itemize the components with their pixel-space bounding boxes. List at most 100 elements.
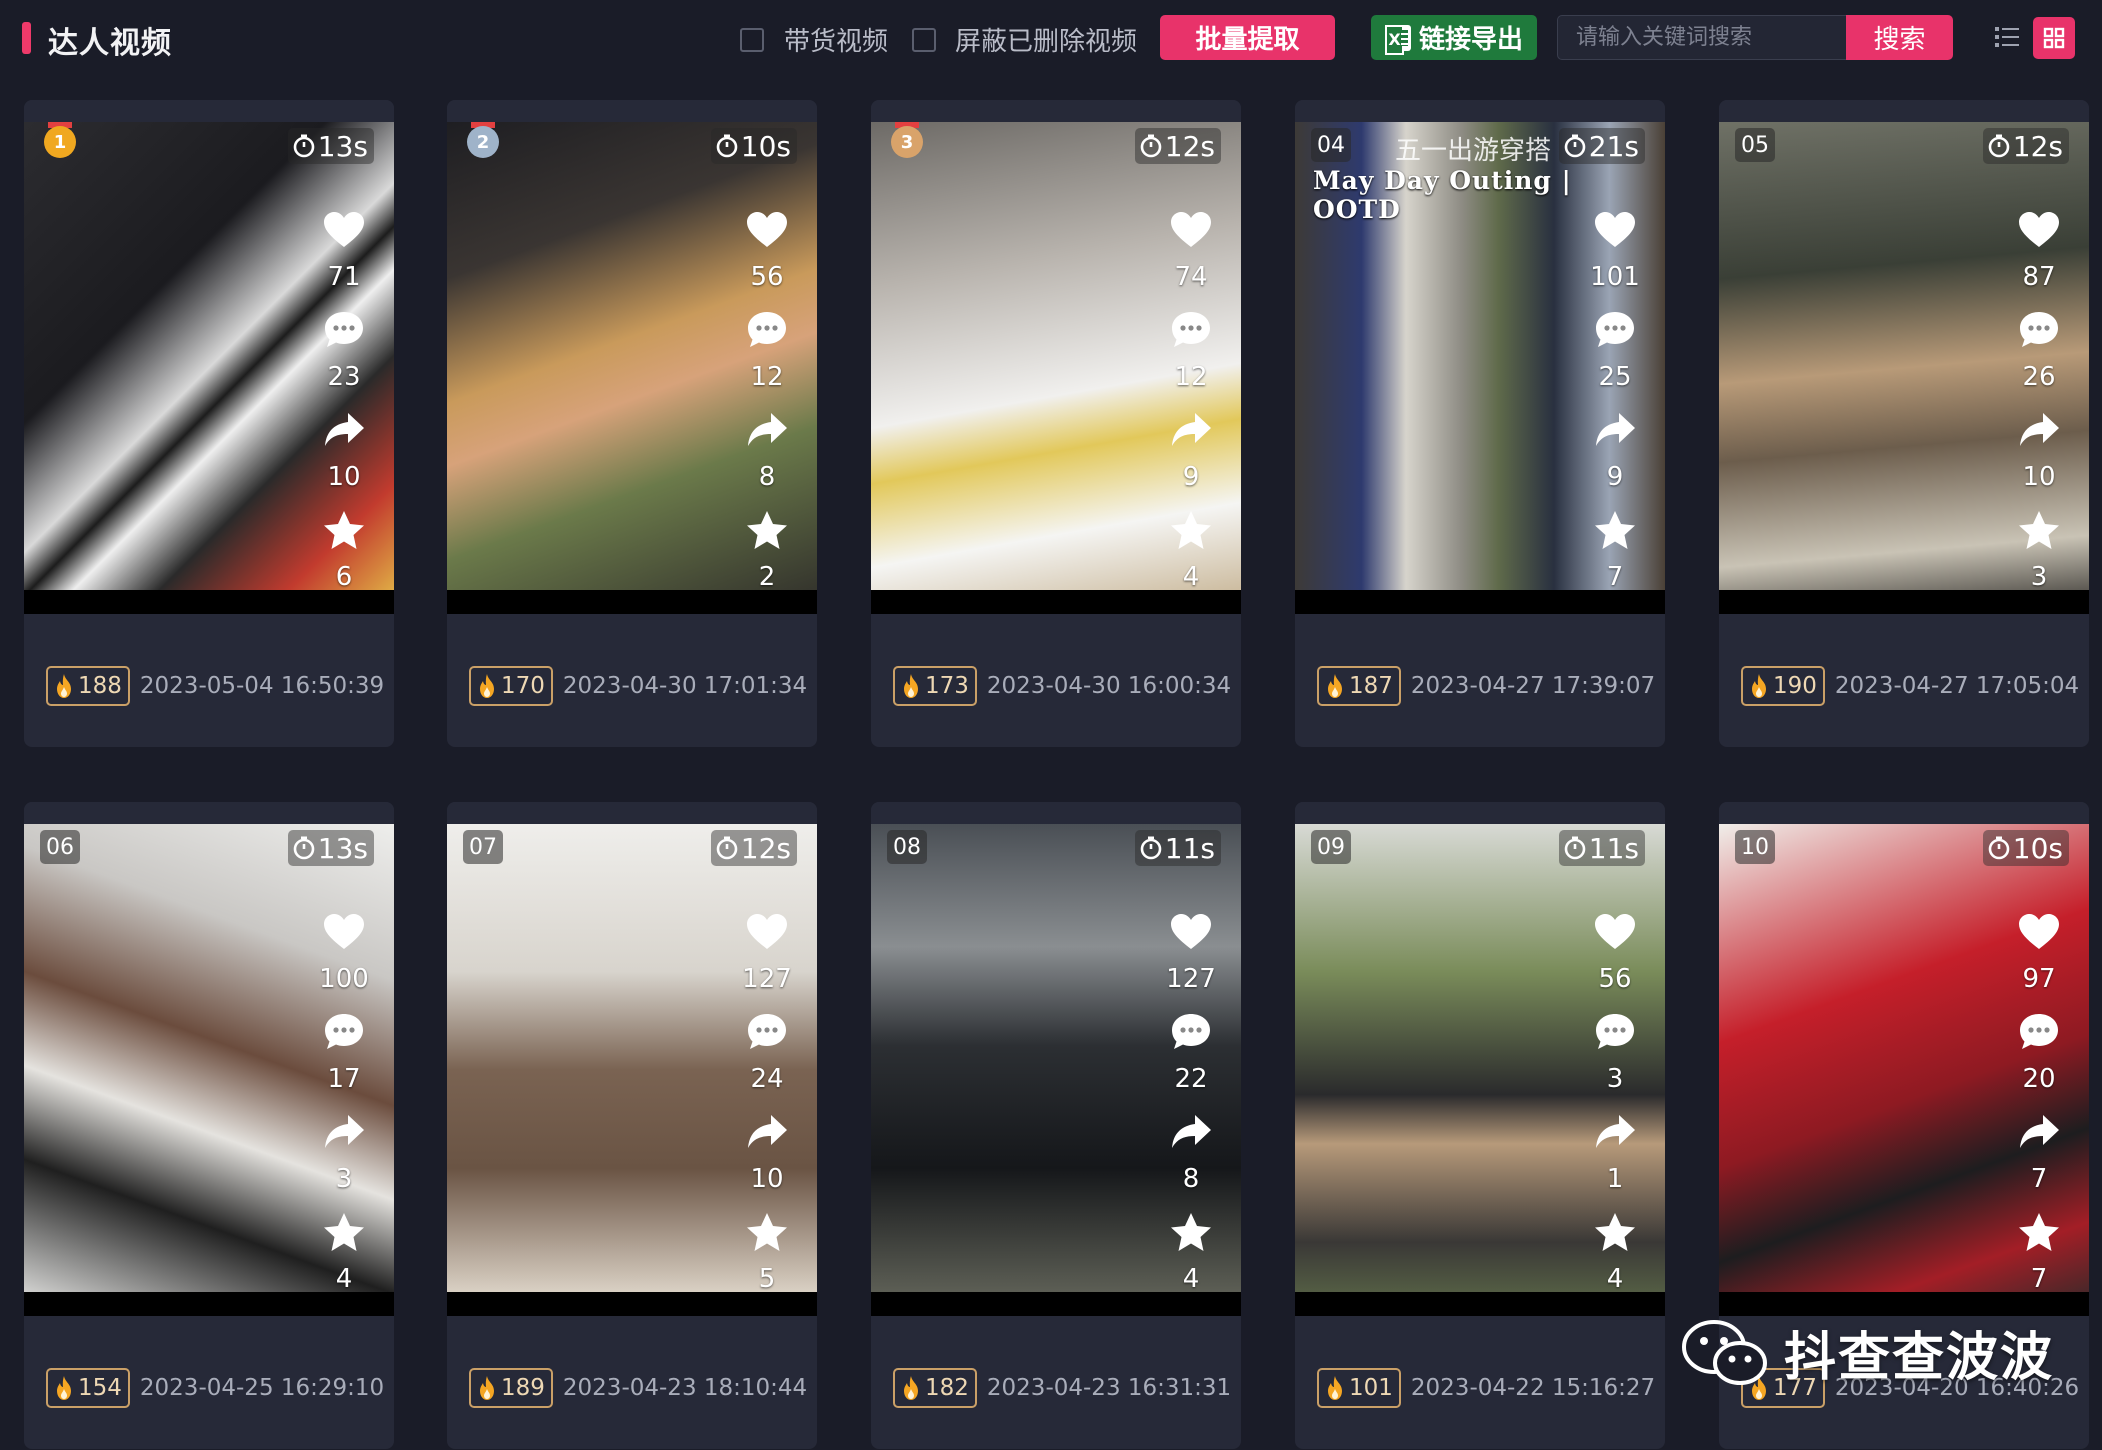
shares-count: 10 (327, 462, 361, 492)
share-icon (1172, 1115, 1211, 1148)
rank-number: 07 (463, 830, 503, 864)
heart-icon (1171, 914, 1211, 949)
video-stats: 71 23 10 6 (304, 208, 384, 608)
batch-extract-button[interactable]: 批量提取 (1160, 15, 1335, 60)
video-card[interactable]: 2 10s 56 12 8 2 170 2023-04-30 17:01:34 (447, 100, 817, 747)
star-icon (747, 511, 787, 549)
rank-number: 10 (1735, 830, 1775, 864)
share-icon (1596, 1115, 1635, 1148)
publish-time: 2023-04-25 16:29:10 (139, 1375, 385, 1401)
likes-count: 87 (2022, 262, 2056, 292)
export-links-button[interactable]: 链接导出 (1371, 15, 1537, 60)
comments-count: 23 (327, 362, 361, 392)
thumbnail-bottom-bar (1295, 590, 1665, 614)
video-duration: 12s (710, 830, 797, 866)
video-card[interactable]: 1 13s 71 23 10 6 188 2023-05-04 16:50:39 (24, 100, 394, 747)
card-top-strip (1295, 802, 1665, 824)
rank-number: 08 (887, 830, 927, 864)
heat-value: 190 (1773, 673, 1817, 699)
hide-deleted-checkbox[interactable] (912, 28, 936, 52)
video-card[interactable]: 06 13s 100 17 3 4 154 2023-04-25 16:29:1… (24, 802, 394, 1449)
thumbnail-bottom-bar (447, 590, 817, 614)
fire-icon (57, 674, 71, 698)
video-card[interactable]: 08 11s 127 22 8 4 182 2023-04-23 16:31:3… (871, 802, 1241, 1449)
video-thumbnail[interactable]: 2 10s 56 12 8 2 (447, 122, 817, 614)
rank-number: 04 (1311, 128, 1351, 162)
comment-icon (1596, 1014, 1634, 1049)
comments-count: 26 (2022, 362, 2056, 392)
video-stats: 97 20 7 7 (1999, 910, 2079, 1310)
video-thumbnail[interactable]: 08 11s 127 22 8 4 (871, 824, 1241, 1316)
likes-count: 74 (1174, 262, 1208, 292)
heat-value: 170 (501, 673, 545, 699)
card-footer: 154 2023-04-25 16:29:10 (46, 1368, 384, 1408)
publish-time: 2023-04-30 17:01:34 (562, 673, 808, 699)
heart-icon (324, 914, 364, 949)
comment-icon (2020, 1014, 2058, 1049)
video-stats: 127 24 10 5 (727, 910, 807, 1310)
comment-icon (2020, 312, 2058, 347)
rank-number: 06 (40, 830, 80, 864)
star-icon (2019, 1213, 2059, 1251)
publish-time: 2023-04-27 17:05:04 (1834, 673, 2080, 699)
comments-count: 22 (1174, 1064, 1208, 1094)
duration-value: 11s (1164, 831, 1215, 865)
search-input[interactable] (1557, 15, 1846, 60)
video-thumbnail[interactable]: 05 12s 87 26 10 3 (1719, 122, 2089, 614)
share-icon (2020, 1115, 2059, 1148)
video-thumbnail[interactable]: 3 12s 74 12 9 4 (871, 122, 1241, 614)
video-thumbnail[interactable]: 09 11s 56 3 1 4 (1295, 824, 1665, 1316)
watermark-text: 抖查查波波 (1784, 1328, 2055, 1388)
fire-icon (480, 674, 494, 698)
video-thumbnail[interactable]: 06 13s 100 17 3 4 (24, 824, 394, 1316)
share-icon (748, 1115, 787, 1148)
grid-view-toggle[interactable] (2033, 17, 2075, 59)
card-footer: 170 2023-04-30 17:01:34 (469, 666, 807, 706)
heat-badge: 182 (893, 1368, 977, 1408)
shares-count: 10 (2022, 462, 2056, 492)
video-stats: 101 25 9 7 (1575, 208, 1655, 608)
list-view-toggle[interactable] (1987, 17, 2027, 57)
timer-icon (1564, 836, 1586, 860)
likes-count: 100 (319, 964, 369, 994)
star-icon (1171, 1213, 1211, 1251)
export-links-label: 链接导出 (1418, 25, 1523, 55)
shares-count: 7 (2030, 1164, 2048, 1194)
goods-video-label[interactable]: 带货视频 (784, 21, 888, 58)
video-thumbnail[interactable]: 10 10s 97 20 7 7 (1719, 824, 2089, 1316)
video-card[interactable]: 五一出游穿搭 May Day Outing | OOTD 04 21s 101 … (1295, 100, 1665, 747)
wechat-icon (1682, 1319, 1767, 1385)
video-card[interactable]: 07 12s 127 24 10 5 189 2023-04-23 18:10:… (447, 802, 817, 1449)
share-icon (748, 413, 787, 446)
goods-video-checkbox[interactable] (740, 28, 764, 52)
video-thumbnail[interactable]: 07 12s 127 24 10 5 (447, 824, 817, 1316)
card-top-strip (447, 100, 817, 122)
heat-value: 189 (501, 1375, 545, 1401)
video-thumbnail[interactable]: 1 13s 71 23 10 6 (24, 122, 394, 614)
hide-deleted-label[interactable]: 屏蔽已删除视频 (955, 21, 1137, 58)
card-footer: 182 2023-04-23 16:31:31 (893, 1368, 1231, 1408)
comment-icon (325, 312, 363, 347)
video-card[interactable]: 05 12s 87 26 10 3 190 2023-04-27 17:05:0… (1719, 100, 2089, 747)
video-stats: 74 12 9 4 (1151, 208, 1231, 608)
video-card[interactable]: 3 12s 74 12 9 4 173 2023-04-30 16:00:34 (871, 100, 1241, 747)
duration-value: 21s (1588, 129, 1639, 163)
thumbnail-bottom-bar (871, 1292, 1241, 1316)
heat-value: 188 (78, 673, 122, 699)
fire-icon (904, 1376, 918, 1400)
video-thumbnail[interactable]: 五一出游穿搭 May Day Outing | OOTD 04 21s 101 … (1295, 122, 1665, 614)
thumbnail-bottom-bar (24, 1292, 394, 1316)
video-card[interactable]: 09 11s 56 3 1 4 101 2023-04-22 15:16:27 (1295, 802, 1665, 1449)
page-title: 达人视频 (48, 26, 172, 61)
fire-icon (1328, 674, 1342, 698)
video-duration: 13s (287, 128, 374, 164)
timer-icon (716, 836, 738, 860)
heat-value: 182 (925, 1375, 969, 1401)
share-icon (1172, 413, 1211, 446)
search-button[interactable]: 搜索 (1846, 15, 1953, 60)
video-duration: 12s (1982, 128, 2069, 164)
heat-badge: 188 (46, 666, 130, 706)
comments-count: 17 (327, 1064, 361, 1094)
likes-count: 56 (750, 262, 784, 292)
timer-icon (293, 836, 315, 860)
